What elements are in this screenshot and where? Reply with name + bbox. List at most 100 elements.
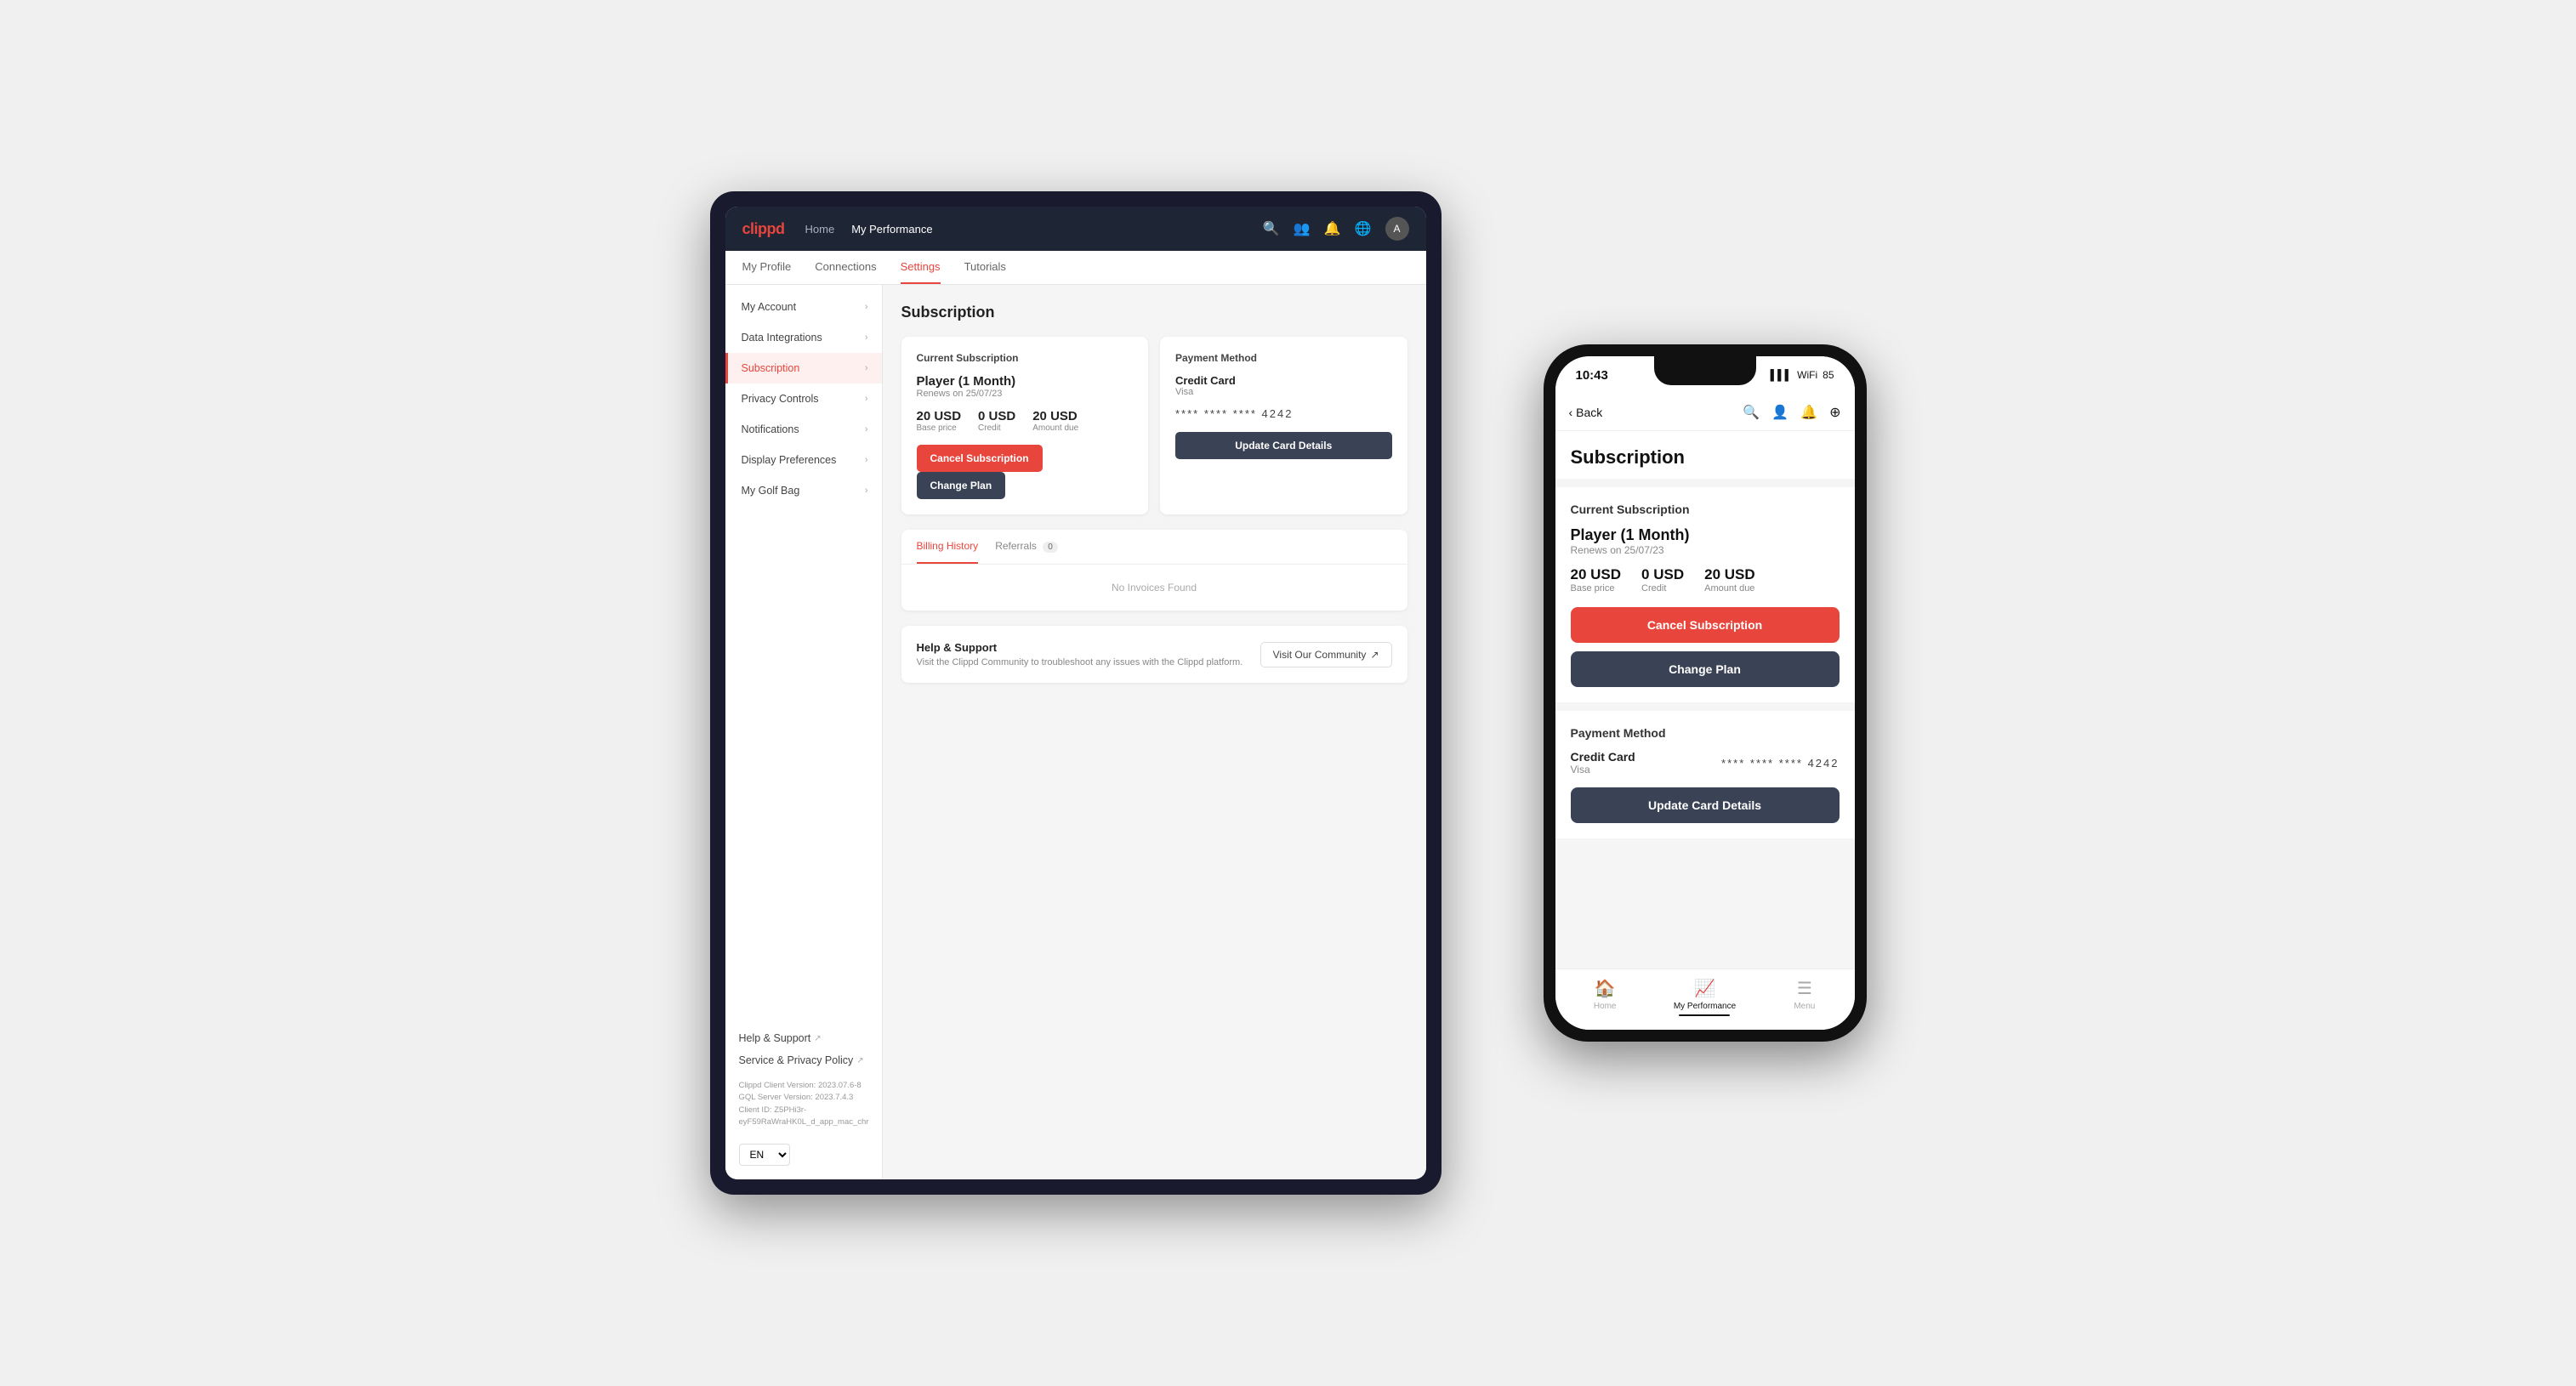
base-price: 20 USD Base price	[917, 409, 962, 433]
payment-method-title: Payment Method	[1175, 352, 1392, 364]
phone-card-number: **** **** **** 4242	[1721, 757, 1839, 770]
tablet-sidebar: My Account › Data Integrations › Subscri…	[725, 285, 883, 1179]
external-link-icon: ↗	[814, 1034, 821, 1043]
help-description: Visit the Clippd Community to troublesho…	[917, 657, 1243, 667]
credit: 0 USD Credit	[978, 409, 1015, 433]
back-button[interactable]: ‹ Back	[1569, 406, 1603, 419]
chevron-right-icon: ›	[865, 302, 868, 312]
phone-nav-icons: 🔍 👤 🔔 ⊕	[1743, 404, 1840, 421]
current-subscription-card: Current Subscription Player (1 Month) Re…	[901, 337, 1149, 514]
phone-screen: 10:43 ▌▌▌ WiFi 85 ‹ Back 🔍 👤 🔔 ⊕	[1555, 356, 1855, 1030]
bottom-nav-menu[interactable]: ☰ Menu	[1754, 978, 1854, 1011]
phone-payment-row: Credit Card Visa **** **** **** 4242	[1571, 750, 1840, 775]
visit-community-button[interactable]: Visit Our Community ↗	[1260, 642, 1392, 667]
search-icon[interactable]: 🔍	[1743, 404, 1760, 421]
users-icon[interactable]: 👥	[1294, 220, 1311, 237]
tab-settings[interactable]: Settings	[901, 251, 941, 284]
phone-change-plan-button[interactable]: Change Plan	[1571, 651, 1840, 687]
current-subscription-title: Current Subscription	[917, 352, 1134, 364]
globe-icon[interactable]: 🌐	[1355, 220, 1372, 237]
sidebar-item-subscription[interactable]: Subscription ›	[725, 353, 882, 383]
billing-tabs: Billing History Referrals 0	[901, 530, 1407, 565]
tablet-tabs: My Profile Connections Settings Tutorial…	[725, 251, 1426, 285]
phone-bottom-nav: 🏠 Home 📈 My Performance ☰ Menu	[1555, 968, 1855, 1030]
phone-base-price: 20 USD Base price	[1571, 566, 1622, 594]
card-number: **** **** **** 4242	[1175, 407, 1392, 420]
phone-current-subscription-card: Current Subscription Player (1 Month) Re…	[1555, 487, 1855, 702]
status-time: 10:43	[1576, 368, 1608, 383]
phone-nav: ‹ Back 🔍 👤 🔔 ⊕	[1555, 394, 1855, 431]
battery-icon: 85	[1823, 369, 1834, 381]
tablet-nav-links: Home My Performance	[805, 223, 933, 236]
tablet-nav-home[interactable]: Home	[805, 223, 835, 236]
bottom-nav-home-label: Home	[1594, 1002, 1617, 1011]
search-icon[interactable]: 🔍	[1263, 220, 1280, 237]
chevron-right-icon: ›	[865, 363, 868, 373]
billing-section: Billing History Referrals 0 No Invoices …	[901, 530, 1407, 611]
no-invoices-text: No Invoices Found	[901, 565, 1407, 611]
add-icon[interactable]: ⊕	[1829, 404, 1840, 421]
wifi-icon: WiFi	[1797, 369, 1817, 381]
plan-name: Player (1 Month)	[917, 374, 1134, 389]
bottom-nav-menu-label: Menu	[1794, 1002, 1815, 1011]
phone-page-title: Subscription	[1555, 431, 1855, 479]
sidebar-help-link[interactable]: Help & Support ↗	[725, 1027, 882, 1049]
phone-update-card-button[interactable]: Update Card Details	[1571, 787, 1840, 823]
sidebar-item-account[interactable]: My Account ›	[725, 292, 882, 322]
bottom-nav-home[interactable]: 🏠 Home	[1555, 978, 1655, 1011]
sidebar-item-privacy[interactable]: Privacy Controls ›	[725, 383, 882, 414]
change-plan-button[interactable]: Change Plan	[917, 472, 1006, 499]
user-icon[interactable]: 👤	[1771, 404, 1788, 421]
bottom-nav-performance[interactable]: 📈 My Performance	[1655, 978, 1754, 1016]
sidebar-item-data-integrations[interactable]: Data Integrations ›	[725, 322, 882, 353]
phone-cc-info: Credit Card Visa	[1571, 750, 1635, 775]
tablet-logo: clippd	[742, 220, 785, 238]
tablet-nav-performance[interactable]: My Performance	[851, 223, 932, 236]
plan-renews: Renews on 25/07/23	[917, 389, 1134, 399]
phone-device: 10:43 ▌▌▌ WiFi 85 ‹ Back 🔍 👤 🔔 ⊕	[1544, 344, 1867, 1042]
language-select[interactable]: EN	[739, 1144, 790, 1166]
sidebar-menu: My Account › Data Integrations › Subscri…	[725, 292, 882, 506]
chevron-right-icon: ›	[865, 424, 868, 435]
phone-credit: 0 USD Credit	[1641, 566, 1684, 594]
tab-connections[interactable]: Connections	[815, 251, 876, 284]
chevron-right-icon: ›	[865, 486, 868, 496]
phone-content: Subscription Current Subscription Player…	[1555, 431, 1855, 968]
sidebar-item-golf-bag[interactable]: My Golf Bag ›	[725, 475, 882, 506]
card-type: Credit Card	[1175, 374, 1392, 387]
help-section: Help & Support Visit the Clippd Communit…	[901, 626, 1407, 683]
update-card-button[interactable]: Update Card Details	[1175, 432, 1392, 459]
sidebar-version-info: Clippd Client Version: 2023.07.6-8 GQL S…	[725, 1071, 882, 1137]
tablet-device: clippd Home My Performance 🔍 👥 🔔 🌐 A My …	[710, 191, 1442, 1195]
bell-icon[interactable]: 🔔	[1324, 220, 1341, 237]
payment-method-card: Payment Method Credit Card Visa **** ***…	[1160, 337, 1407, 514]
phone-amount-due: 20 USD Amount due	[1704, 566, 1755, 594]
phone-payment-method-card: Payment Method Credit Card Visa **** ***…	[1555, 711, 1855, 838]
avatar[interactable]: A	[1385, 217, 1409, 241]
cancel-subscription-button[interactable]: Cancel Subscription	[917, 445, 1043, 472]
page-title: Subscription	[901, 304, 1407, 321]
sidebar-footer: Help & Support ↗ Service & Privacy Polic…	[725, 1027, 882, 1173]
home-icon: 🏠	[1595, 978, 1616, 999]
help-text: Help & Support Visit the Clippd Communit…	[917, 641, 1243, 667]
sidebar-item-display[interactable]: Display Preferences ›	[725, 445, 882, 475]
phone-card-brand: Visa	[1571, 764, 1635, 775]
active-indicator	[1679, 1014, 1730, 1016]
tablet-screen: clippd Home My Performance 🔍 👥 🔔 🌐 A My …	[725, 207, 1426, 1179]
phone-notch	[1654, 356, 1756, 385]
sidebar-privacy-link[interactable]: Service & Privacy Policy ↗	[725, 1049, 882, 1071]
billing-history-tab[interactable]: Billing History	[917, 530, 979, 564]
help-title: Help & Support	[917, 641, 1243, 654]
phone-card-type: Credit Card	[1571, 750, 1635, 764]
tab-tutorials[interactable]: Tutorials	[964, 251, 1006, 284]
bell-icon[interactable]: 🔔	[1800, 404, 1817, 421]
card-brand: Visa	[1175, 387, 1392, 397]
phone-plan-renews: Renews on 25/07/23	[1571, 544, 1840, 556]
sidebar-item-notifications[interactable]: Notifications ›	[725, 414, 882, 445]
tablet-content: My Account › Data Integrations › Subscri…	[725, 285, 1426, 1179]
referrals-tab[interactable]: Referrals 0	[995, 530, 1058, 564]
phone-cancel-subscription-button[interactable]: Cancel Subscription	[1571, 607, 1840, 643]
phone-pricing: 20 USD Base price 0 USD Credit 20 USD Am…	[1571, 566, 1840, 594]
tab-my-profile[interactable]: My Profile	[742, 251, 792, 284]
subscription-actions: Cancel Subscription Change Plan	[917, 445, 1134, 499]
